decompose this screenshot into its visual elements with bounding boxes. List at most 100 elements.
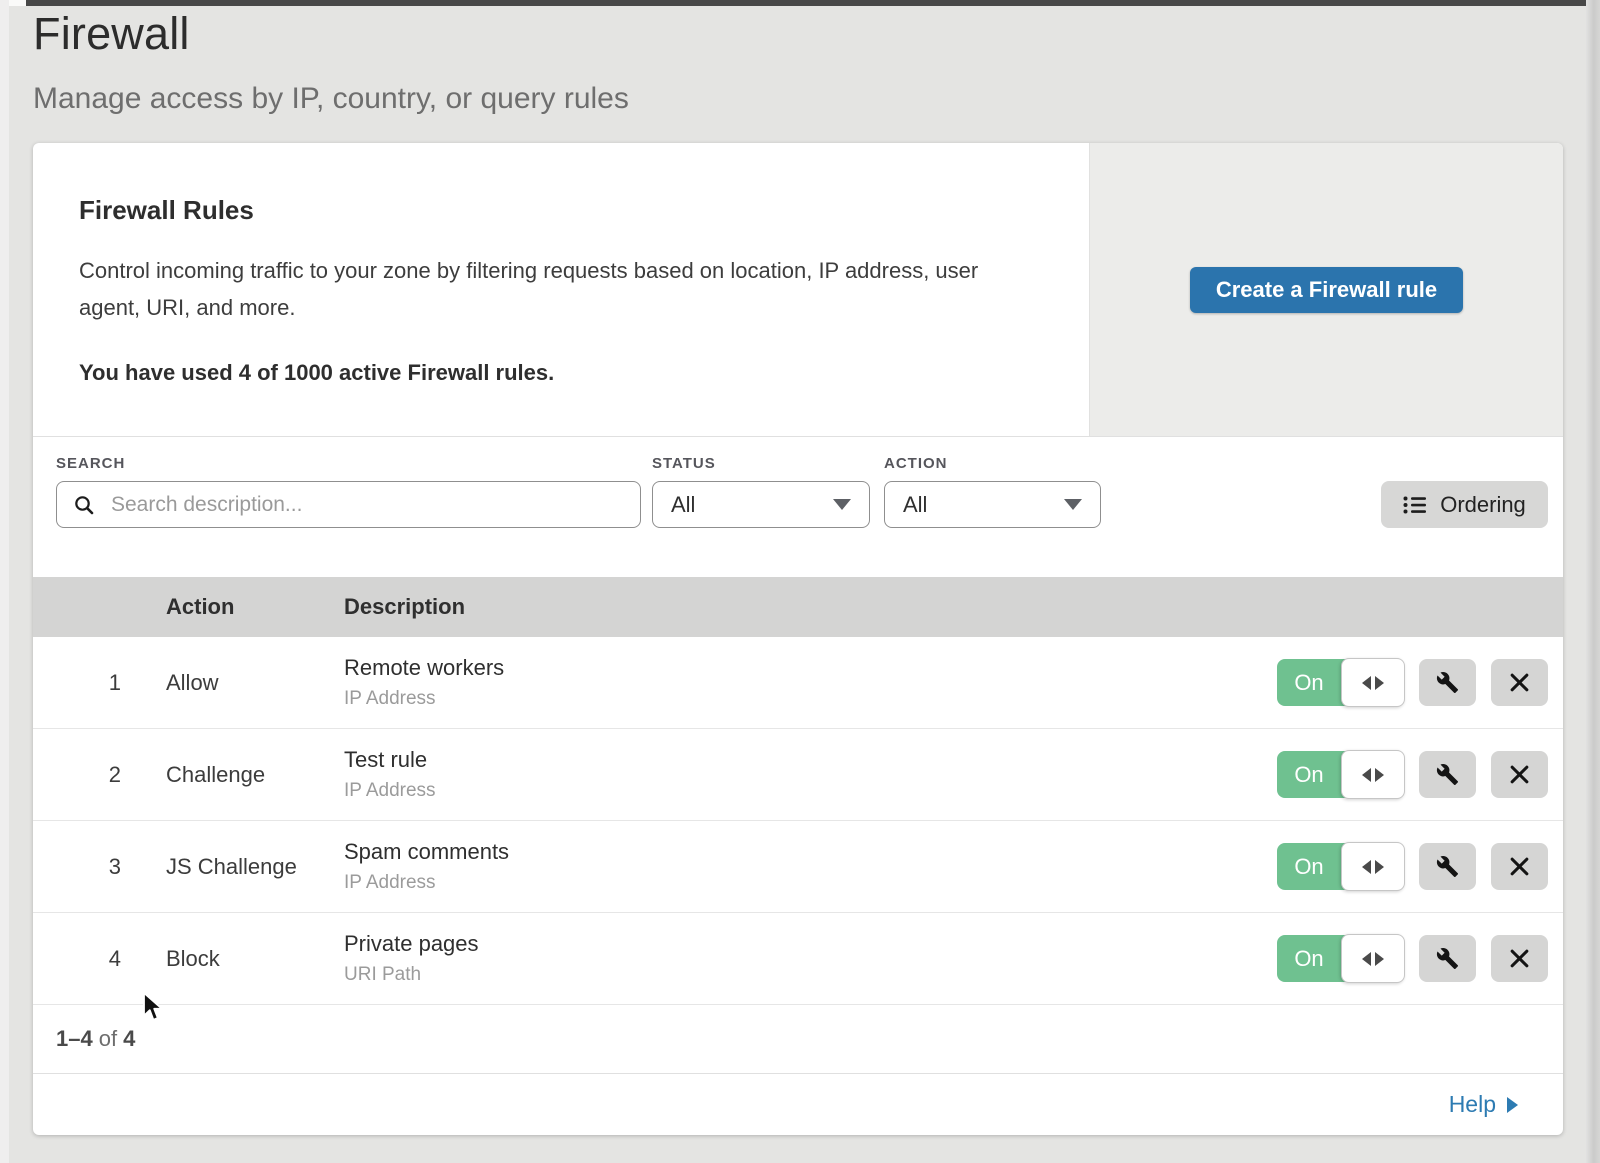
- rule-description-cell: Spam comments IP Address: [344, 839, 1277, 894]
- rule-description: Spam comments: [344, 839, 1277, 865]
- table-row: 3 JS Challenge Spam comments IP Address …: [33, 821, 1563, 913]
- delete-rule-button[interactable]: [1491, 751, 1548, 798]
- screenshot-right-edge: [1586, 0, 1600, 1163]
- help-arrow-icon: [1507, 1097, 1518, 1113]
- action-select-value: All: [903, 492, 927, 518]
- edit-rule-button[interactable]: [1419, 843, 1476, 890]
- page-header: Firewall Manage access by IP, country, o…: [33, 8, 629, 116]
- rule-description: Private pages: [344, 931, 1277, 957]
- wrench-icon: [1436, 671, 1459, 694]
- rule-toggle[interactable]: On: [1277, 935, 1404, 982]
- help-link-label: Help: [1449, 1091, 1496, 1118]
- toggle-on-label: On: [1277, 659, 1341, 706]
- delete-rule-button[interactable]: [1491, 843, 1548, 890]
- action-select[interactable]: All: [884, 481, 1101, 528]
- column-header-action: Action: [166, 594, 344, 620]
- card-title: Firewall Rules: [79, 195, 1089, 226]
- rule-priority: 3: [33, 854, 121, 880]
- wrench-icon: [1436, 855, 1459, 878]
- toggle-handle[interactable]: [1341, 658, 1405, 707]
- page-title: Firewall: [33, 8, 629, 60]
- delete-rule-button[interactable]: [1491, 659, 1548, 706]
- close-icon: [1509, 672, 1530, 693]
- intro-section: Firewall Rules Control incoming traffic …: [33, 143, 1563, 437]
- toggle-handle[interactable]: [1341, 842, 1405, 891]
- rule-priority: 4: [33, 946, 121, 972]
- left-right-arrows-icon: [1362, 768, 1371, 782]
- rule-action: Block: [166, 946, 344, 972]
- pagination-range: 1–4: [56, 1026, 93, 1052]
- pagination-of: of: [99, 1026, 117, 1052]
- close-icon: [1509, 764, 1530, 785]
- toggle-on-label: On: [1277, 751, 1341, 798]
- screenshot-left-edge: [0, 0, 9, 1163]
- status-select[interactable]: All: [652, 481, 870, 528]
- edit-rule-button[interactable]: [1419, 935, 1476, 982]
- toggle-handle[interactable]: [1341, 934, 1405, 983]
- create-rule-panel: Create a Firewall rule: [1089, 143, 1563, 436]
- column-header-description: Description: [344, 594, 1563, 620]
- rule-toggle[interactable]: On: [1277, 659, 1404, 706]
- rule-field-type: IP Address: [344, 872, 1277, 894]
- status-label: STATUS: [652, 455, 716, 472]
- rule-description-cell: Remote workers IP Address: [344, 655, 1277, 710]
- rule-priority: 2: [33, 762, 121, 788]
- left-right-arrows-icon: [1375, 768, 1384, 782]
- table-row: 2 Challenge Test rule IP Address On: [33, 729, 1563, 821]
- page-subtitle: Manage access by IP, country, or query r…: [33, 82, 629, 116]
- left-right-arrows-icon: [1375, 860, 1384, 874]
- left-right-arrows-icon: [1375, 952, 1384, 966]
- status-select-value: All: [671, 492, 695, 518]
- close-icon: [1509, 856, 1530, 877]
- intro-text-block: Firewall Rules Control incoming traffic …: [33, 143, 1089, 436]
- search-icon: [73, 494, 95, 516]
- pagination-total: 4: [123, 1026, 135, 1052]
- usage-text: You have used 4 of 1000 active Firewall …: [79, 360, 1089, 386]
- chevron-down-icon: [833, 499, 851, 510]
- edit-rule-button[interactable]: [1419, 659, 1476, 706]
- screenshot-top-edge: [26, 0, 1600, 6]
- search-input[interactable]: [109, 492, 624, 518]
- rule-toggle[interactable]: On: [1277, 843, 1404, 890]
- help-footer: Help: [33, 1073, 1563, 1135]
- rule-controls: On: [1277, 935, 1563, 982]
- toggle-on-label: On: [1277, 935, 1341, 982]
- rule-controls: On: [1277, 751, 1563, 798]
- table-row: 1 Allow Remote workers IP Address On: [33, 637, 1563, 729]
- rule-toggle[interactable]: On: [1277, 751, 1404, 798]
- rule-description: Remote workers: [344, 655, 1277, 681]
- rule-field-type: URI Path: [344, 964, 1277, 986]
- delete-rule-button[interactable]: [1491, 935, 1548, 982]
- close-icon: [1509, 948, 1530, 969]
- help-link[interactable]: Help: [1449, 1091, 1518, 1118]
- search-label: SEARCH: [56, 455, 125, 472]
- left-right-arrows-icon: [1362, 676, 1371, 690]
- chevron-down-icon: [1064, 499, 1082, 510]
- create-firewall-rule-button[interactable]: Create a Firewall rule: [1190, 267, 1463, 313]
- ordering-button[interactable]: Ordering: [1381, 481, 1548, 528]
- rule-action: Challenge: [166, 762, 344, 788]
- toggle-handle[interactable]: [1341, 750, 1405, 799]
- table-header: Action Description: [33, 577, 1563, 637]
- left-right-arrows-icon: [1362, 952, 1371, 966]
- ordering-button-label: Ordering: [1440, 492, 1526, 518]
- rule-description-cell: Private pages URI Path: [344, 931, 1277, 986]
- table-row: 4 Block Private pages URI Path On: [33, 913, 1563, 1005]
- rule-action: JS Challenge: [166, 854, 344, 880]
- firewall-rules-card: Firewall Rules Control incoming traffic …: [33, 143, 1563, 1135]
- search-field[interactable]: [56, 481, 641, 528]
- rule-field-type: IP Address: [344, 688, 1277, 710]
- wrench-icon: [1436, 947, 1459, 970]
- rule-description-cell: Test rule IP Address: [344, 747, 1277, 802]
- rule-controls: On: [1277, 843, 1563, 890]
- ordering-list-icon: [1403, 495, 1427, 515]
- wrench-icon: [1436, 763, 1459, 786]
- toggle-on-label: On: [1277, 843, 1341, 890]
- edit-rule-button[interactable]: [1419, 751, 1476, 798]
- rule-action: Allow: [166, 670, 344, 696]
- left-right-arrows-icon: [1375, 676, 1384, 690]
- rule-field-type: IP Address: [344, 780, 1277, 802]
- pagination: 1–4 of 4: [33, 1005, 1563, 1073]
- card-description: Control incoming traffic to your zone by…: [79, 252, 1024, 326]
- rule-priority: 1: [33, 670, 121, 696]
